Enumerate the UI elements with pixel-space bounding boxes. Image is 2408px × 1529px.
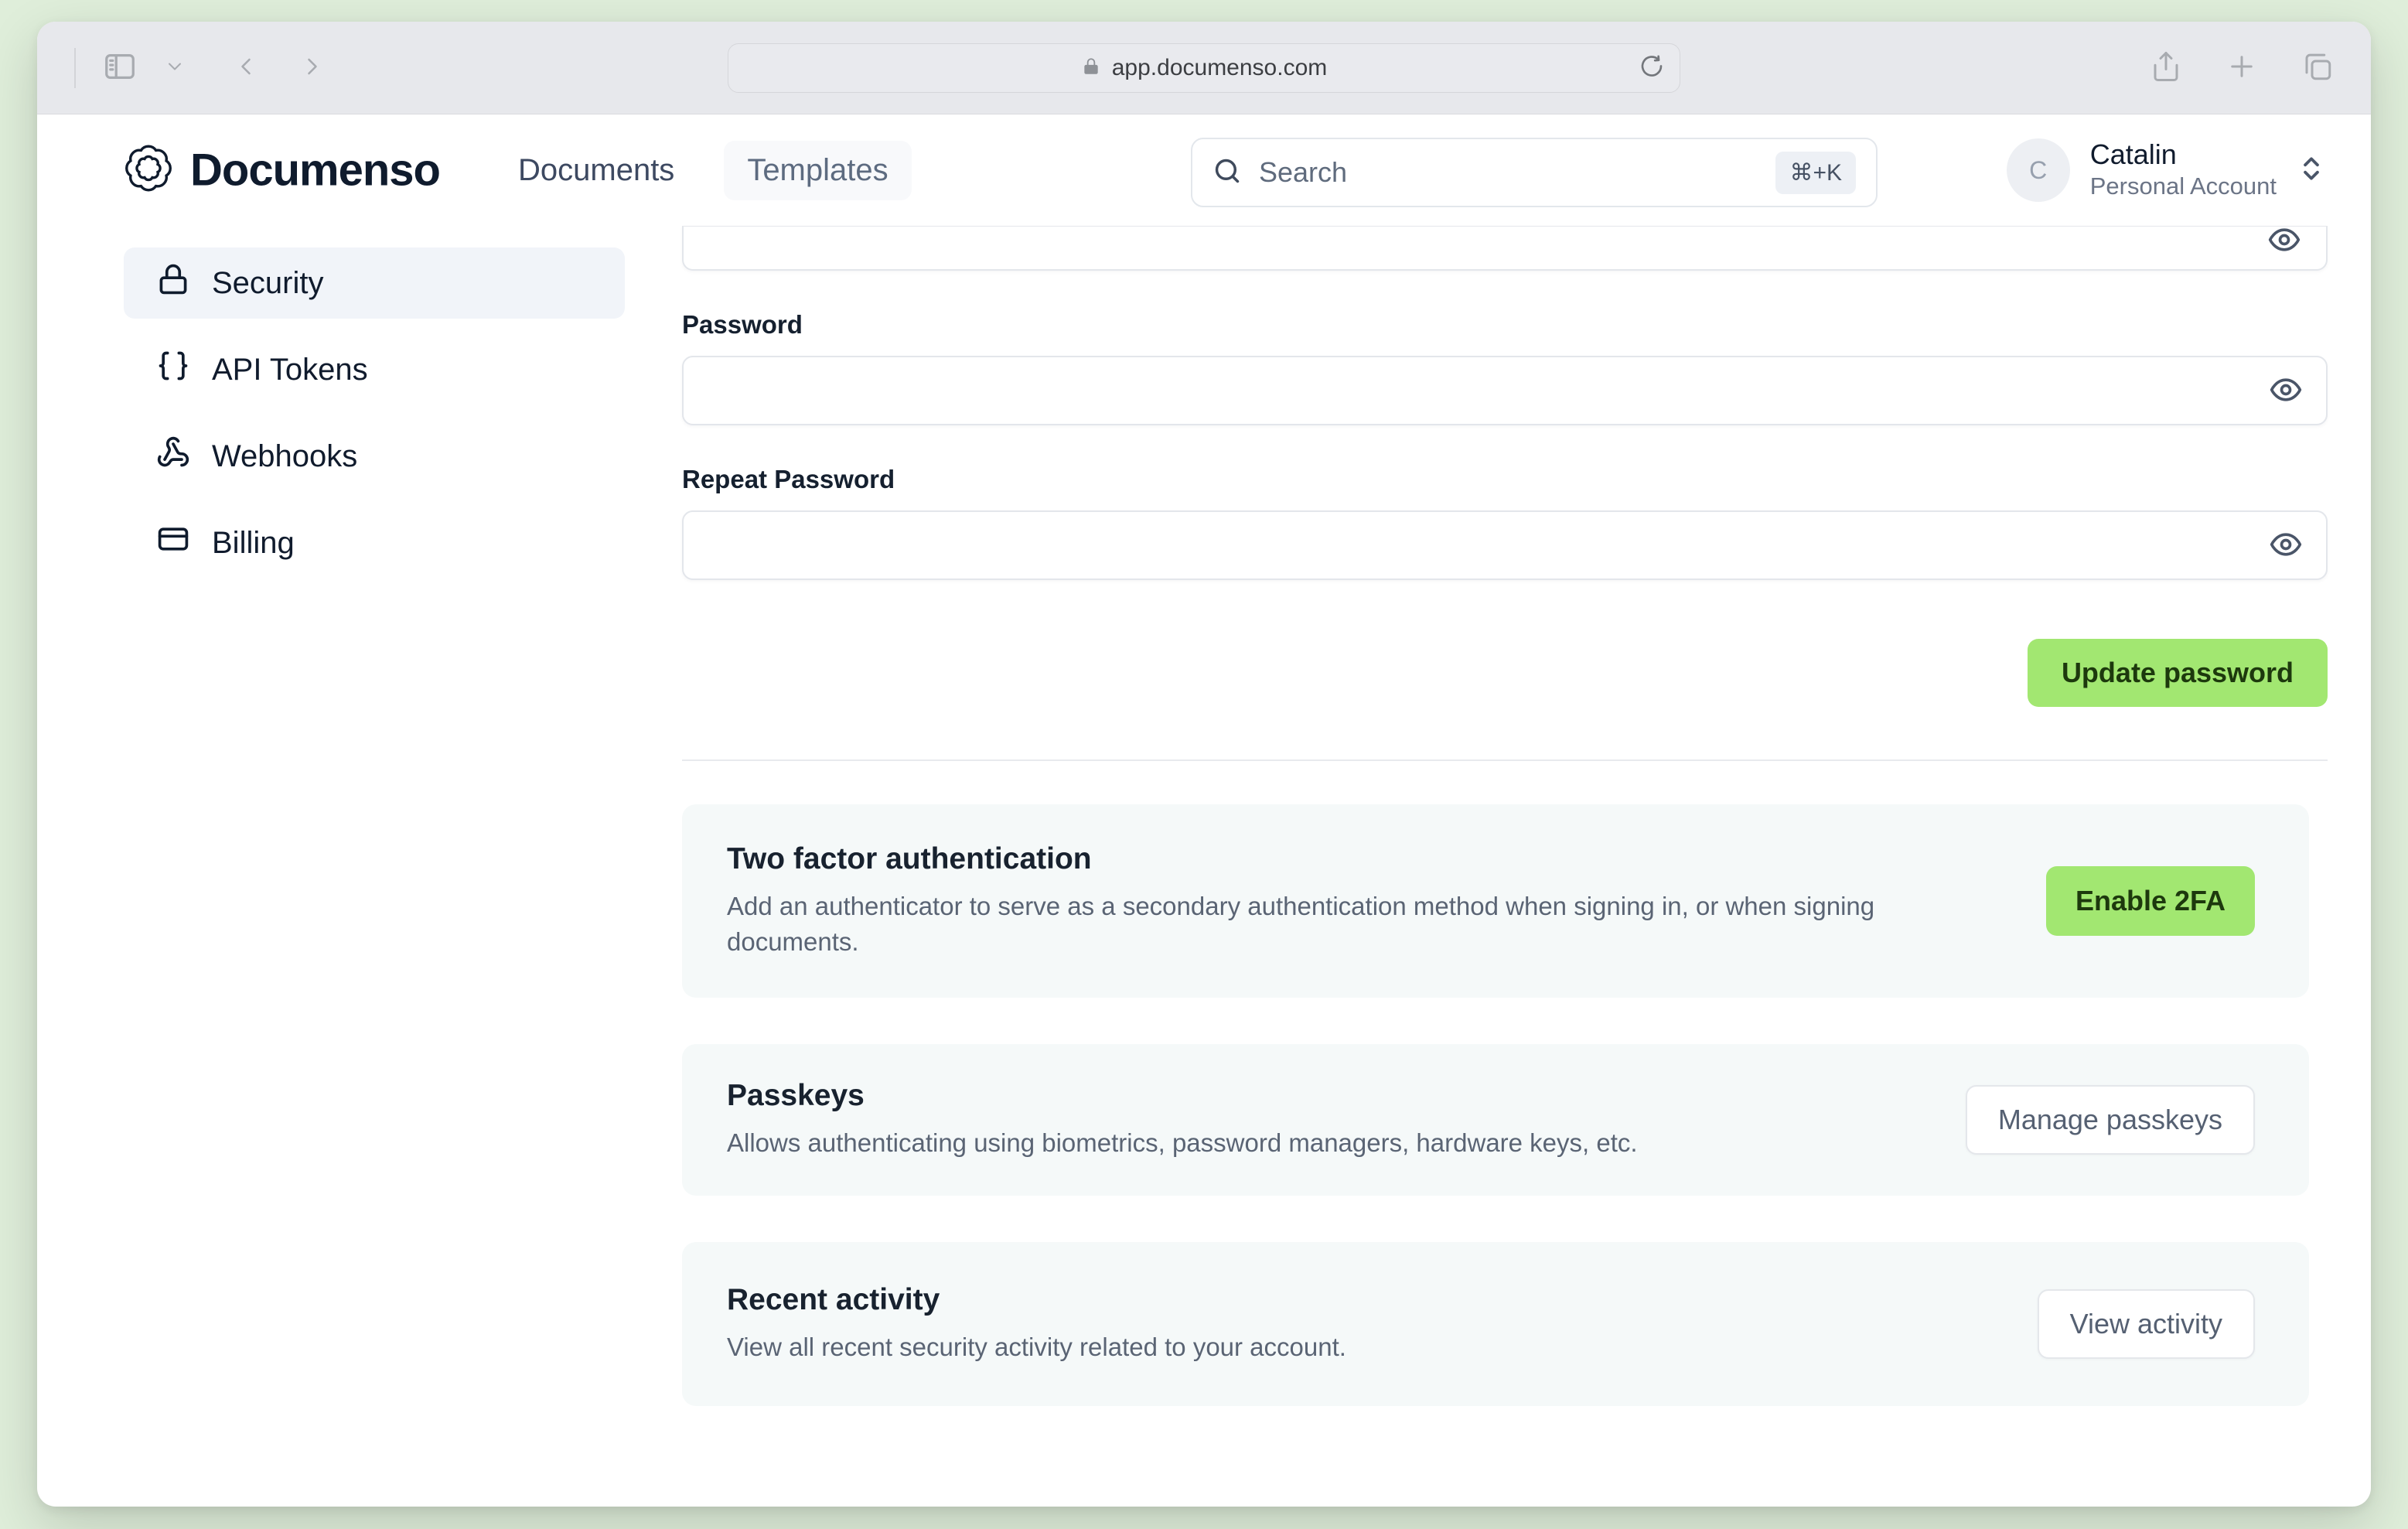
toggle-password-visibility-button[interactable] xyxy=(2267,224,2301,258)
section-title: Passkeys xyxy=(727,1079,865,1112)
security-settings-main: Password Repeat Password Update password xyxy=(682,226,2328,1406)
enable-2fa-button[interactable]: Enable 2FA xyxy=(2045,866,2255,936)
browser-window: app.documenso.com Documenso Documents Te… xyxy=(37,22,2371,1507)
update-password-button[interactable]: Update password xyxy=(2027,639,2328,707)
credit-card-icon xyxy=(156,522,190,564)
avatar: C xyxy=(2006,138,2070,202)
section-title: Two factor authentication xyxy=(727,842,1092,875)
two-factor-authentication-card: Two factor authentication Add an authent… xyxy=(682,804,2309,998)
logo-wordmark: Documenso xyxy=(190,145,441,196)
toggle-password-visibility-button[interactable] xyxy=(2269,528,2303,562)
tab-overview-icon[interactable] xyxy=(2301,50,2334,87)
sidebar-item-label: Security xyxy=(212,265,324,300)
address-bar[interactable]: app.documenso.com xyxy=(728,43,1680,93)
nav-documents[interactable]: Documents xyxy=(513,141,679,200)
password-input[interactable] xyxy=(682,356,2328,425)
app-header: Documenso Documents Templates Search ⌘+K… xyxy=(37,114,2371,226)
section-divider xyxy=(682,759,2328,761)
braces-icon xyxy=(156,349,190,391)
share-icon[interactable] xyxy=(2150,50,2182,87)
new-tab-icon[interactable] xyxy=(2226,50,2258,87)
search-shortcut-badge: ⌘+K xyxy=(1775,151,1856,194)
sidebar-item-billing[interactable]: Billing xyxy=(124,507,625,578)
section-title: Recent activity xyxy=(727,1283,940,1316)
manage-passkeys-button[interactable]: Manage passkeys xyxy=(1965,1085,2255,1155)
webhook-icon xyxy=(156,435,190,477)
sidebar-toggle-icon[interactable] xyxy=(102,49,138,88)
documenso-logo-icon xyxy=(124,144,173,197)
sidebar-item-webhooks[interactable]: Webhooks xyxy=(124,421,625,492)
sidebar-item-label: Webhooks xyxy=(212,439,358,473)
toolbar-chevron-down-icon[interactable] xyxy=(164,56,186,81)
sidebar-item-security[interactable]: Security xyxy=(124,247,625,319)
view-activity-button[interactable]: View activity xyxy=(2037,1289,2255,1359)
lock-icon xyxy=(156,262,190,304)
url-text: app.documenso.com xyxy=(1111,55,1328,80)
search-icon xyxy=(1213,156,1242,189)
chevrons-up-down-icon xyxy=(2297,154,2326,187)
search-input[interactable]: Search ⌘+K xyxy=(1191,138,1878,207)
primary-nav: Documents Templates xyxy=(513,114,912,226)
repeat-password-input[interactable] xyxy=(682,510,2328,580)
nav-templates[interactable]: Templates xyxy=(724,140,912,200)
forward-button-icon[interactable] xyxy=(298,53,326,84)
documenso-logo[interactable]: Documenso xyxy=(124,144,441,197)
toolbar-divider xyxy=(74,48,76,88)
passkeys-card: Passkeys Allows authenticating using bio… xyxy=(682,1044,2309,1196)
repeat-password-label: Repeat Password xyxy=(682,465,895,493)
recent-activity-card: Recent activity View all recent security… xyxy=(682,1242,2309,1406)
eye-icon xyxy=(2267,223,2301,259)
account-type: Personal Account xyxy=(2089,172,2277,200)
sidebar-item-label: Billing xyxy=(212,525,295,560)
browser-toolbar: app.documenso.com xyxy=(37,22,2371,114)
section-description: Add an authenticator to serve as a secon… xyxy=(727,892,1875,956)
back-button-icon[interactable] xyxy=(232,53,260,84)
section-description: View all recent security activity relate… xyxy=(727,1333,1346,1361)
reload-icon[interactable] xyxy=(1639,54,1664,83)
tls-lock-icon xyxy=(1081,56,1101,80)
section-description: Allows authenticating using biometrics, … xyxy=(727,1128,1638,1157)
account-menu[interactable]: C Catalin Personal Account xyxy=(2006,114,2326,226)
account-name: Catalin xyxy=(2089,138,2177,171)
eye-icon xyxy=(2269,373,2303,409)
toggle-password-visibility-button[interactable] xyxy=(2269,374,2303,408)
sidebar-item-api-tokens[interactable]: API Tokens xyxy=(124,334,625,405)
current-password-field-clipped[interactable] xyxy=(682,226,2328,271)
sidebar-item-label: API Tokens xyxy=(212,352,368,387)
search-placeholder: Search xyxy=(1259,156,1348,188)
password-label: Password xyxy=(682,310,803,339)
eye-icon xyxy=(2269,527,2303,564)
settings-sidebar: Security API Tokens Webhooks Billing xyxy=(124,247,625,594)
